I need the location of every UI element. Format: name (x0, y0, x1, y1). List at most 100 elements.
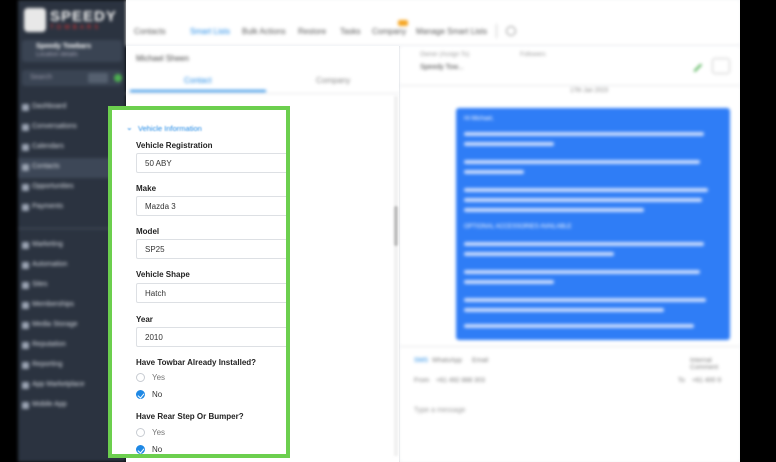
field-value: 2010 (145, 333, 163, 342)
year-label: Year (136, 315, 153, 324)
sidebar-item-label: Mobile App (32, 401, 67, 408)
membership-icon (22, 302, 29, 309)
new-badge (398, 20, 408, 26)
tab-whatsapp[interactable]: WhatsApp (432, 357, 462, 364)
contact-header: Michael Sheen Contact Company (126, 46, 400, 94)
contacts-icon (22, 164, 29, 171)
settings-icon[interactable] (506, 26, 516, 36)
tab-smart-lists[interactable]: Smart Lists (190, 27, 230, 36)
sidebar-item-label: Reporting (32, 361, 63, 368)
rear-step-question-label: Have Rear Step Or Bumper? (136, 412, 244, 421)
conversation-header: Owner (Assign To) Speedy Tow... Follower… (400, 46, 740, 86)
assign-select[interactable]: Speedy Tow... (420, 64, 463, 71)
message-date: 17th Jan 2023 (570, 88, 609, 94)
tab-restore[interactable]: Restore (298, 27, 326, 36)
field-value: Mazda 3 (145, 202, 176, 211)
account-subtext: Location details (36, 52, 78, 58)
account-name: Speedy Towbars (36, 43, 92, 50)
make-label: Make (136, 184, 157, 193)
make-field[interactable]: Mazda 3 (136, 196, 286, 216)
to-number-select[interactable]: +61 400 9 (692, 377, 721, 384)
logo-text: SPEEDY (50, 8, 117, 25)
vehicle-shape-select[interactable]: Hatch⌄ (136, 283, 286, 303)
sidebar-item-label: Memberships (32, 301, 75, 308)
message-line (464, 252, 614, 256)
towbar-question-label: Have Towbar Already Installed? (136, 358, 257, 367)
account-switcher[interactable]: Speedy Towbars Location details (22, 40, 122, 62)
chevron-down-icon[interactable]: ⌄ (126, 123, 133, 132)
chart-icon (22, 362, 29, 369)
funnel-icon (22, 184, 29, 191)
media-icon (22, 322, 29, 329)
message-line (464, 208, 644, 212)
compose-area: SMS WhatsApp Email Internal Comment From… (400, 346, 740, 462)
header-divider (126, 93, 400, 94)
scrollbar-thumb[interactable] (394, 206, 398, 246)
message-line (464, 270, 700, 274)
option-label: No (152, 445, 163, 454)
sidebar-item-label: Calendars (32, 143, 64, 150)
tab-sms[interactable]: SMS (414, 357, 428, 364)
mail-icon[interactable] (712, 58, 730, 74)
brand-logo[interactable]: SPEEDY TOWBARS (24, 6, 116, 34)
conversation-panel: Owner (Assign To) Speedy Tow... Follower… (400, 46, 740, 462)
nav-divider (496, 24, 497, 38)
tab-contacts[interactable]: Contacts (134, 27, 166, 36)
tab-contact[interactable]: Contact (184, 76, 212, 85)
sidebar-item-label: Media Storage (32, 321, 78, 328)
message-line (464, 198, 702, 202)
automation-icon (22, 262, 29, 269)
radio-icon (136, 373, 145, 382)
left-letterbox (0, 0, 18, 462)
screenshot-stage: SPEEDY TOWBARS Speedy Towbars Location d… (0, 0, 776, 462)
model-label: Model (136, 227, 160, 236)
tab-email[interactable]: Email (472, 357, 488, 364)
internal-comment-tab[interactable]: Internal Comment (690, 357, 740, 371)
message-line (464, 308, 664, 312)
phone-icon (22, 402, 29, 409)
sidebar-item-label: App Marketplace (32, 381, 85, 388)
message-line (464, 324, 694, 328)
tab-company-details[interactable]: Company (316, 76, 350, 85)
radio-checked-icon (136, 390, 145, 399)
sidebar-item-label: Payments (32, 203, 64, 210)
marketing-icon (22, 242, 29, 249)
sidebar-item-label: Conversations (32, 123, 77, 130)
message-line (464, 280, 554, 284)
star-icon (22, 342, 29, 349)
calendar-icon (22, 144, 29, 151)
option-label: No (152, 390, 163, 399)
message-greeting: Hi Michael, (464, 116, 494, 122)
sidebar-item-label: Dashboard (32, 103, 67, 110)
logo-subtext: TOWBARS (50, 25, 102, 31)
option-label: Yes (152, 373, 166, 382)
from-number-select[interactable]: +61 492 888 303 (436, 377, 485, 384)
message-line (464, 298, 706, 302)
contact-name[interactable]: Michael Sheen (136, 54, 189, 63)
panel-scrollbar[interactable] (394, 96, 398, 456)
section-title[interactable]: Vehicle Information (138, 124, 202, 133)
chat-icon (22, 124, 29, 131)
model-field[interactable]: SP25 (136, 239, 286, 259)
sidebar-item-label: Reputation (32, 341, 66, 348)
vehicle-shape-label: Vehicle Shape (136, 270, 190, 279)
lightning-icon[interactable] (114, 74, 122, 82)
message-input[interactable]: Type a message (414, 407, 465, 414)
field-value: 50 ABY (145, 159, 172, 168)
vehicle-registration-field[interactable]: 50 ABY (136, 153, 286, 173)
radio-icon (136, 428, 145, 437)
tab-tasks[interactable]: Tasks (340, 27, 360, 36)
top-navigation: Contacts Smart Lists Bulk Actions Restor… (126, 0, 740, 46)
sidebar-item-label: Contacts (32, 163, 60, 170)
tab-bulk-actions[interactable]: Bulk Actions (242, 27, 286, 36)
sidebar-search[interactable]: Search (22, 70, 122, 86)
tab-company[interactable]: Company (372, 27, 406, 36)
edit-icon[interactable] (687, 57, 703, 73)
message-line (464, 160, 700, 164)
tab-manage-smart-lists[interactable]: Manage Smart Lists (416, 27, 487, 36)
message-line (464, 242, 704, 246)
field-value: SP25 (145, 245, 165, 254)
payments-icon (22, 204, 29, 211)
year-field[interactable]: 2010 (136, 327, 286, 347)
option-label: Yes (152, 428, 166, 437)
